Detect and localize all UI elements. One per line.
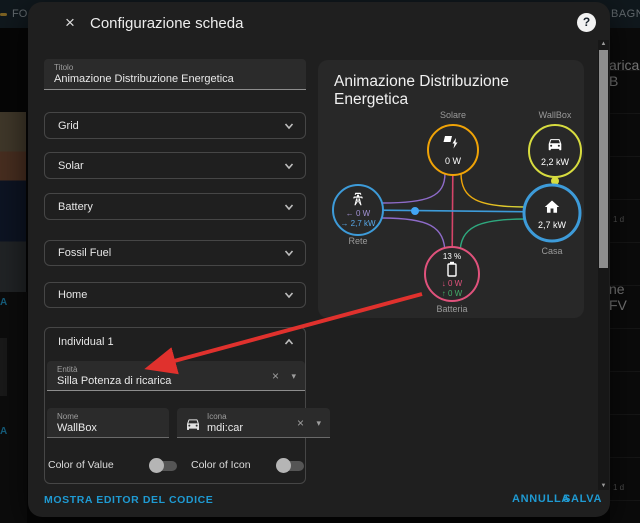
section-battery[interactable]: Battery: [44, 193, 306, 220]
section-grid[interactable]: Grid: [44, 112, 306, 139]
color-of-value-label: Color of Value: [48, 459, 114, 471]
chevron-down-icon: [284, 122, 294, 129]
solar-node-value: 0 W: [445, 156, 462, 166]
dialog-scrollbar[interactable]: ▲ ▼: [598, 40, 609, 490]
grid-export-value: ← 0 W: [346, 209, 371, 218]
grid-node-label: Rete: [348, 236, 367, 246]
scroll-up-icon[interactable]: ▲: [598, 41, 609, 47]
battery-discharge-value: ↑ 0 W: [442, 289, 463, 298]
chevron-down-icon: [284, 203, 294, 210]
battery-node-label: Batteria: [436, 304, 467, 314]
solar-node-circle[interactable]: [427, 124, 479, 176]
chevron-up-icon: [284, 338, 294, 345]
icon-field[interactable]: Icona mdi:car × ▾: [177, 408, 330, 438]
card-config-dialog: × Configurazione scheda ? Titolo Animazi…: [28, 2, 610, 517]
dialog-title: Configurazione scheda: [90, 15, 244, 32]
color-of-icon-label: Color of Icon: [191, 459, 251, 471]
name-field[interactable]: Nome WallBox: [47, 408, 169, 438]
wallbox-node-value: 2,2 kW: [541, 157, 570, 167]
name-field-value: WallBox: [57, 422, 97, 434]
flow-battery-home: [459, 218, 527, 255]
toggle-thumb: [149, 458, 164, 473]
chevron-down-icon: [284, 250, 294, 257]
clear-icon[interactable]: ×: [272, 370, 279, 382]
section-fossil-fuel[interactable]: Fossil Fuel: [44, 240, 306, 266]
grid-import-value: → 2,7 kW: [340, 219, 376, 228]
scroll-down-icon[interactable]: ▼: [598, 483, 609, 489]
section-grid-label: Grid: [58, 119, 79, 132]
section-individual-1-header[interactable]: Individual 1: [45, 328, 305, 356]
entity-field-value: Silla Potenza di ricarica: [57, 375, 172, 387]
icon-field-value: mdi:car: [207, 422, 244, 434]
chevron-down-icon: [284, 292, 294, 299]
section-battery-label: Battery: [58, 200, 93, 213]
flow-dot-grid: [411, 207, 419, 215]
dropdown-caret-icon[interactable]: ▾: [316, 418, 321, 429]
chevron-down-icon: [284, 162, 294, 169]
flow-grid-battery: [381, 217, 446, 255]
save-button[interactable]: SALVA: [563, 493, 602, 505]
help-icon[interactable]: ?: [577, 13, 596, 32]
icon-field-label: Icona: [207, 412, 227, 421]
wallbox-node-circle[interactable]: [528, 124, 582, 178]
clear-icon[interactable]: ×: [297, 417, 304, 429]
section-individual-1-label: Individual 1: [58, 336, 114, 348]
title-field[interactable]: Titolo Animazione Distribuzione Energeti…: [44, 59, 306, 90]
scrollbar-thumb[interactable]: [599, 50, 608, 268]
section-home[interactable]: Home: [44, 282, 306, 308]
section-solar[interactable]: Solar: [44, 152, 306, 179]
flow-solar-grid: [381, 172, 446, 204]
car-icon: [187, 419, 199, 430]
dropdown-caret-icon[interactable]: ▾: [291, 371, 296, 382]
section-home-label: Home: [58, 289, 88, 301]
show-code-editor-button[interactable]: MOSTRA EDITOR DEL CODICE: [44, 494, 213, 506]
section-individual-1: Individual 1 Entità Silla Potenza di ric…: [44, 327, 330, 484]
name-field-label: Nome: [57, 412, 79, 421]
title-field-value: Animazione Distribuzione Energetica: [54, 73, 234, 85]
close-icon[interactable]: ×: [60, 13, 80, 33]
entity-field[interactable]: Entità Silla Potenza di ricarica × ▾: [47, 361, 305, 391]
color-of-value-toggle[interactable]: [149, 458, 177, 473]
home-node-value: 2,7 kW: [538, 220, 567, 230]
section-solar-label: Solar: [58, 159, 84, 172]
title-field-label: Titolo: [54, 63, 74, 72]
solar-node-label: Solare: [440, 110, 466, 120]
energy-flow-diagram: Solare 0 W WallBox 2,2 kW ← 0 W → 2,7 kW…: [332, 110, 582, 314]
wallbox-node-label: WallBox: [539, 110, 572, 120]
toggle-thumb: [276, 458, 291, 473]
home-node-circle[interactable]: [522, 183, 582, 243]
energy-preview-card: Animazione Distribuzione Energetica Sola…: [318, 60, 584, 318]
battery-charge-value: ↓ 0 W: [442, 279, 463, 288]
flow-solar-home: [460, 172, 527, 208]
home-node-label: Casa: [541, 246, 562, 256]
entity-field-label: Entità: [57, 365, 78, 374]
cancel-button[interactable]: ANNULLA: [512, 493, 570, 505]
section-fossil-fuel-label: Fossil Fuel: [58, 247, 112, 259]
color-of-icon-toggle[interactable]: [276, 458, 304, 473]
battery-soc-value: 13 %: [443, 252, 461, 261]
